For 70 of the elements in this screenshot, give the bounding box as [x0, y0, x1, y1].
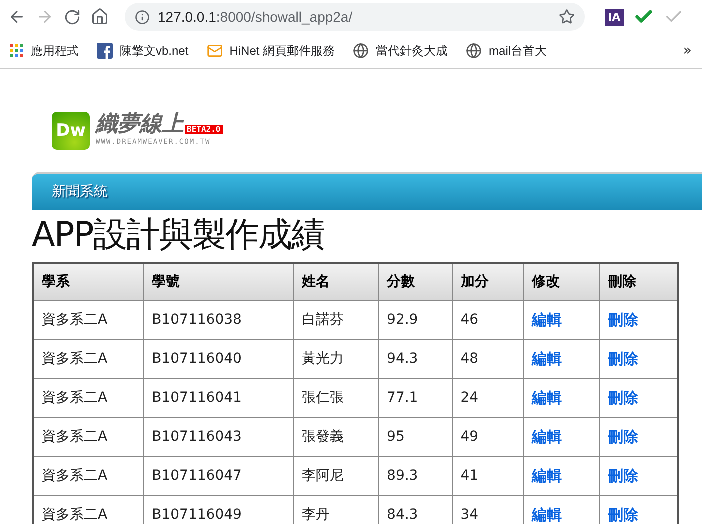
- table-cell: 95: [378, 418, 452, 456]
- table-cell: 77.1: [378, 378, 452, 418]
- column-header: 學系: [33, 263, 144, 300]
- column-header: 學號: [144, 263, 294, 300]
- nav-title[interactable]: 新聞系統: [52, 183, 108, 201]
- table-cell: 張發義: [293, 418, 379, 456]
- table-cell: B107116040: [144, 340, 294, 378]
- table-cell: 資多系二A: [33, 418, 144, 456]
- table-cell: 黃光力: [293, 340, 379, 378]
- bookmark-label: 當代針灸大成: [376, 42, 448, 60]
- delete-link[interactable]: 刪除: [608, 466, 638, 484]
- edit-link[interactable]: 編輯: [532, 466, 562, 484]
- table-cell: 資多系二A: [33, 300, 144, 340]
- table-cell: B107116038: [144, 300, 294, 340]
- column-header: 加分: [452, 263, 524, 300]
- delete-link[interactable]: 刪除: [608, 428, 638, 446]
- table-cell: 92.9: [378, 300, 452, 340]
- more-bookmarks[interactable]: »: [683, 43, 692, 59]
- edit-link[interactable]: 編輯: [532, 350, 562, 368]
- table-cell: 48: [452, 340, 524, 378]
- edit-link[interactable]: 編輯: [532, 428, 562, 446]
- table-cell: 資多系二A: [33, 378, 144, 418]
- logo-title: 織夢線上: [96, 112, 184, 138]
- bookmark-link[interactable]: mail台首大: [466, 42, 548, 60]
- edit-link[interactable]: 編輯: [532, 388, 562, 406]
- column-header: 修改: [524, 263, 600, 300]
- delete-link[interactable]: 刪除: [608, 388, 638, 406]
- facebook-icon: [97, 43, 113, 59]
- table-cell: 張仁張: [293, 378, 379, 418]
- table-cell: 49: [452, 418, 524, 456]
- home-icon[interactable]: [91, 8, 109, 26]
- bookmark-label: 應用程式: [31, 42, 79, 60]
- address-bar[interactable]: 127.0.0.1:8000/showall_app2a/: [125, 3, 585, 31]
- bookmark-label: 陳擎文vb.net: [120, 42, 189, 60]
- bookmark-label: mail台首大: [489, 42, 548, 60]
- table-cell: B107116047: [144, 456, 294, 496]
- table-cell: 白諾芬: [293, 300, 379, 340]
- bookmark-label: HiNet 網頁郵件服務: [230, 42, 336, 60]
- extension-button[interactable]: IA: [605, 8, 624, 26]
- column-header: 姓名: [293, 263, 379, 300]
- info-icon: [135, 10, 150, 24]
- logo-mark: Dw: [52, 112, 90, 150]
- delete-link[interactable]: 刪除: [608, 350, 638, 368]
- table-cell: B107116043: [144, 418, 294, 456]
- edit-link[interactable]: 編輯: [532, 310, 562, 328]
- column-header: 分數: [378, 263, 452, 300]
- bookmark-link[interactable]: 當代針灸大成: [353, 42, 448, 60]
- reload-icon[interactable]: [64, 8, 81, 26]
- envelope-icon: [206, 43, 223, 59]
- column-header: 刪除: [600, 263, 678, 300]
- table-cell: 89.3: [378, 456, 452, 496]
- table-cell: 李阿尼: [293, 456, 379, 496]
- bookmark-link[interactable]: 陳擎文vb.net: [97, 42, 189, 60]
- table-cell: B107116041: [144, 378, 294, 418]
- globe-icon: [353, 43, 370, 59]
- bookmark-link[interactable]: 應用程式: [10, 42, 79, 60]
- table-cell: 資多系二A: [33, 340, 144, 378]
- bookmark-link[interactable]: HiNet 網頁郵件服務: [206, 42, 336, 60]
- table-cell: 24: [452, 378, 524, 418]
- table-cell: 資多系二A: [33, 456, 144, 496]
- globe-icon: [466, 43, 482, 59]
- bookmark-star-icon[interactable]: [559, 9, 575, 25]
- beta-badge: BETA2.0: [185, 125, 223, 134]
- table-cell: 94.3: [378, 340, 452, 378]
- back-icon[interactable]: [8, 8, 26, 26]
- apps-grid-icon: [10, 44, 24, 58]
- page-heading: APP設計與製作成績: [32, 214, 326, 257]
- table-cell: 41: [452, 456, 524, 496]
- delete-link[interactable]: 刪除: [608, 310, 638, 328]
- table-cell: 46: [452, 300, 524, 340]
